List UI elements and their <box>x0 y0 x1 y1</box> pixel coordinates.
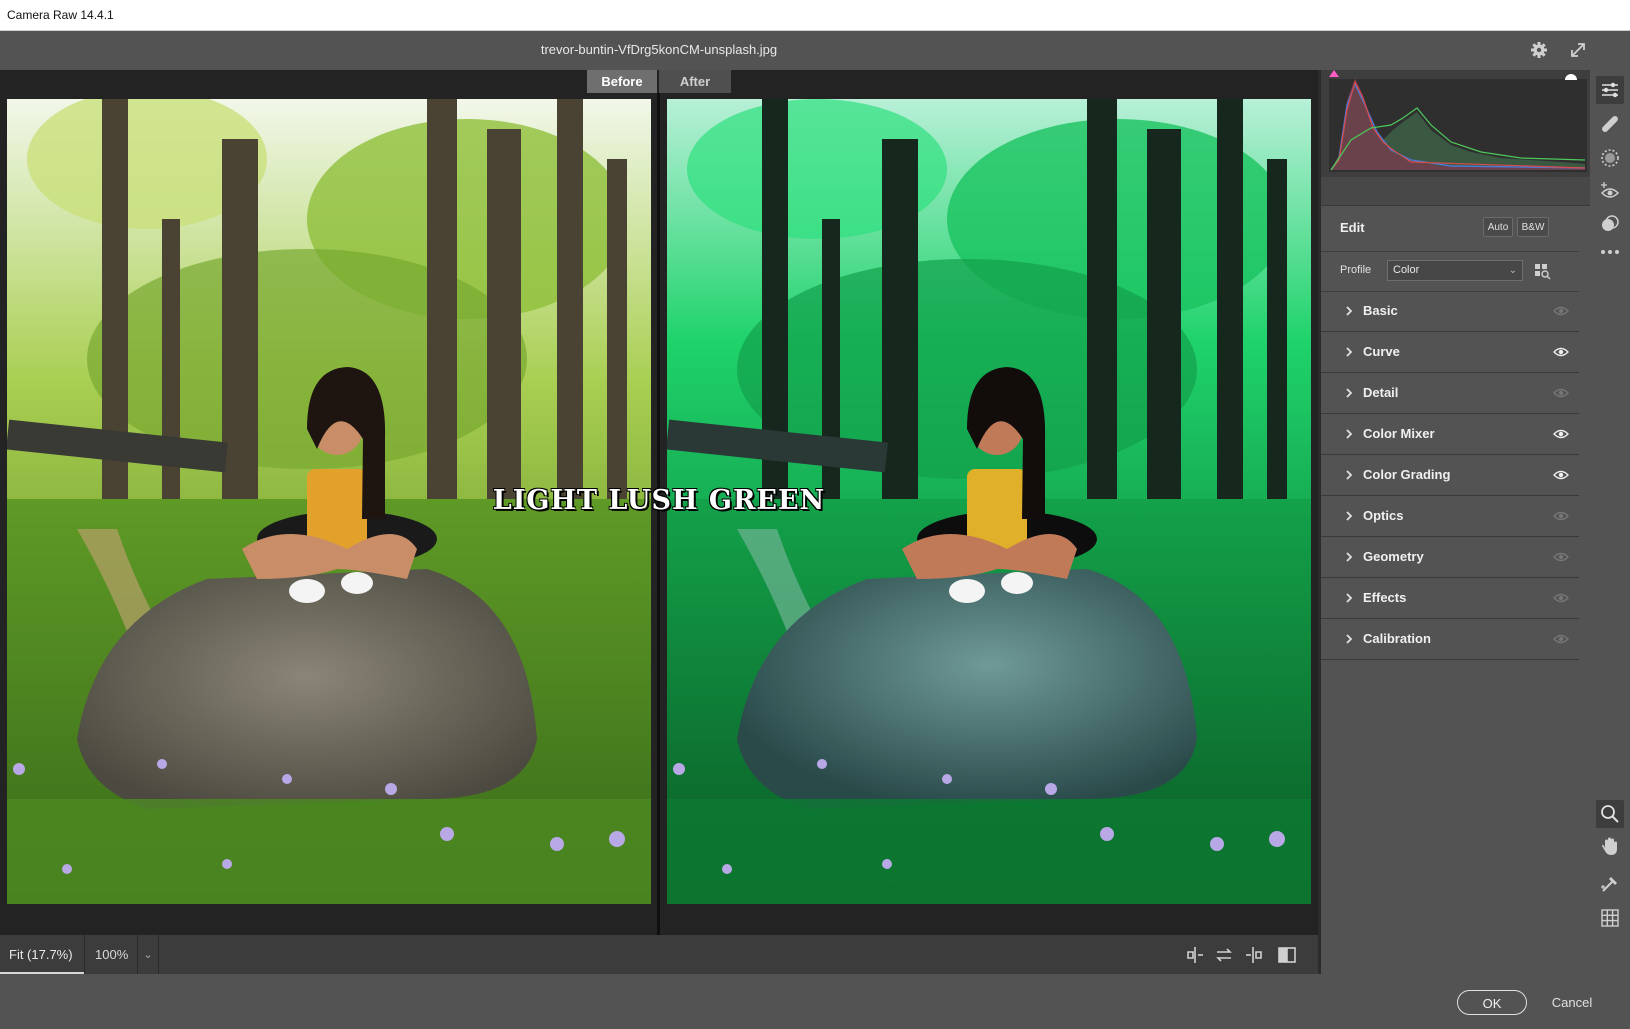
settings-gear-icon[interactable] <box>1528 39 1550 61</box>
window-titlebar: Camera Raw 14.4.1 <box>0 0 1630 31</box>
toggle-preview-icon[interactable] <box>1276 944 1298 966</box>
masking-icon[interactable] <box>1596 144 1624 172</box>
presets-icon[interactable] <box>1596 210 1624 238</box>
zoom-100-button[interactable]: 100% <box>84 935 138 974</box>
healing-brush-icon[interactable] <box>1596 110 1624 138</box>
window-title: Camera Raw 14.4.1 <box>7 8 114 22</box>
chevron-down-icon: ⌄ <box>1508 265 1517 276</box>
visibility-eye-icon[interactable] <box>1553 633 1569 645</box>
profile-label: Profile <box>1340 264 1372 276</box>
panel-calibration[interactable]: Calibration <box>1321 619 1579 660</box>
panel-list: Basic Curve Detail Color Mixer Color Gra… <box>1321 291 1579 660</box>
edit-title: Edit <box>1340 220 1365 235</box>
panel-label: Calibration <box>1363 631 1431 646</box>
more-options-icon[interactable] <box>1596 238 1624 266</box>
chevron-right-icon <box>1346 593 1353 603</box>
visibility-eye-icon[interactable] <box>1553 428 1569 440</box>
chevron-right-icon <box>1346 347 1353 357</box>
panel-label: Color Grading <box>1363 467 1451 482</box>
image-canvas[interactable]: Before After LIGHT LUSH GREEN <box>0 70 1318 935</box>
file-name: trevor-buntin-VfDrg5konCM-unsplash.jpg <box>540 42 778 57</box>
profile-select[interactable]: Color ⌄ <box>1387 260 1523 281</box>
panel-label: Optics <box>1363 508 1404 523</box>
profile-browser-icon[interactable] <box>1533 262 1551 280</box>
panel-color-grading[interactable]: Color Grading <box>1321 455 1579 496</box>
panel-optics[interactable]: Optics <box>1321 496 1579 537</box>
panel-geometry[interactable]: Geometry <box>1321 537 1579 578</box>
chevron-right-icon <box>1346 470 1353 480</box>
color-sampler-icon[interactable] <box>1596 870 1624 898</box>
panel-color-mixer[interactable]: Color Mixer <box>1321 414 1579 455</box>
after-label: After <box>659 70 731 93</box>
profile-row: Profile Color ⌄ <box>1321 251 1579 292</box>
chevron-right-icon <box>1346 388 1353 398</box>
hand-tool-icon[interactable] <box>1596 832 1624 860</box>
panel-detail[interactable]: Detail <box>1321 373 1579 414</box>
edit-header: Edit Auto B&W <box>1321 205 1579 252</box>
chevron-right-icon <box>1346 511 1353 521</box>
zoom-dropdown-icon[interactable]: ⌄ <box>138 935 159 974</box>
fullscreen-icon[interactable] <box>1567 39 1589 61</box>
chevron-right-icon <box>1346 306 1353 316</box>
edit-panel: Edit Auto B&W Profile Color ⌄ Basic Curv… <box>1318 70 1590 974</box>
shadow-clipping-icon[interactable] <box>1329 70 1339 77</box>
ok-button[interactable]: OK <box>1457 990 1527 1015</box>
chevron-right-icon <box>1346 634 1353 644</box>
edit-sliders-icon[interactable] <box>1596 76 1624 104</box>
grid-overlay-icon[interactable] <box>1596 904 1624 932</box>
dialog-footer: OK Cancel <box>0 974 1630 1029</box>
visibility-eye-icon[interactable] <box>1553 346 1569 358</box>
panel-label: Basic <box>1363 303 1398 318</box>
before-after-cycle-icon[interactable] <box>1184 944 1206 966</box>
before-label: Before <box>587 70 657 93</box>
preset-overlay-text: LIGHT LUSH GREEN <box>492 485 826 516</box>
panel-label: Effects <box>1363 590 1407 605</box>
panel-label: Geometry <box>1363 549 1424 564</box>
copy-settings-icon[interactable] <box>1242 944 1264 966</box>
visibility-eye-icon[interactable] <box>1553 510 1569 522</box>
panel-effects[interactable]: Effects <box>1321 578 1579 619</box>
profile-select-value: Color <box>1393 264 1420 276</box>
visibility-eye-icon[interactable] <box>1553 551 1569 563</box>
panel-basic[interactable]: Basic <box>1321 291 1579 332</box>
visibility-eye-icon[interactable] <box>1553 592 1569 604</box>
panel-label: Detail <box>1363 385 1399 400</box>
histogram <box>1321 70 1590 177</box>
panel-curve[interactable]: Curve <box>1321 332 1579 373</box>
swap-settings-icon[interactable] <box>1213 944 1235 966</box>
zoom-fit-button[interactable]: Fit (17.7%) <box>0 935 84 974</box>
histogram-info-strip <box>1321 177 1590 206</box>
zoom-tool-icon[interactable] <box>1596 800 1624 828</box>
file-header: trevor-buntin-VfDrg5konCM-unsplash.jpg <box>0 31 1630 70</box>
red-eye-icon[interactable] <box>1596 178 1624 206</box>
view-bar: Fit (17.7%) 100% ⌄ <box>0 935 1318 974</box>
panel-label: Curve <box>1363 344 1400 359</box>
auto-button[interactable]: Auto <box>1483 217 1513 237</box>
bw-button[interactable]: B&W <box>1517 217 1549 237</box>
chevron-right-icon <box>1346 552 1353 562</box>
visibility-eye-icon[interactable] <box>1553 305 1569 317</box>
visibility-eye-icon[interactable] <box>1553 469 1569 481</box>
cancel-button[interactable]: Cancel <box>1544 990 1600 1015</box>
tool-strip <box>1590 70 1630 974</box>
visibility-eye-icon[interactable] <box>1553 387 1569 399</box>
chevron-right-icon <box>1346 429 1353 439</box>
highlight-clipping-icon[interactable] <box>1565 74 1577 80</box>
panel-label: Color Mixer <box>1363 426 1435 441</box>
